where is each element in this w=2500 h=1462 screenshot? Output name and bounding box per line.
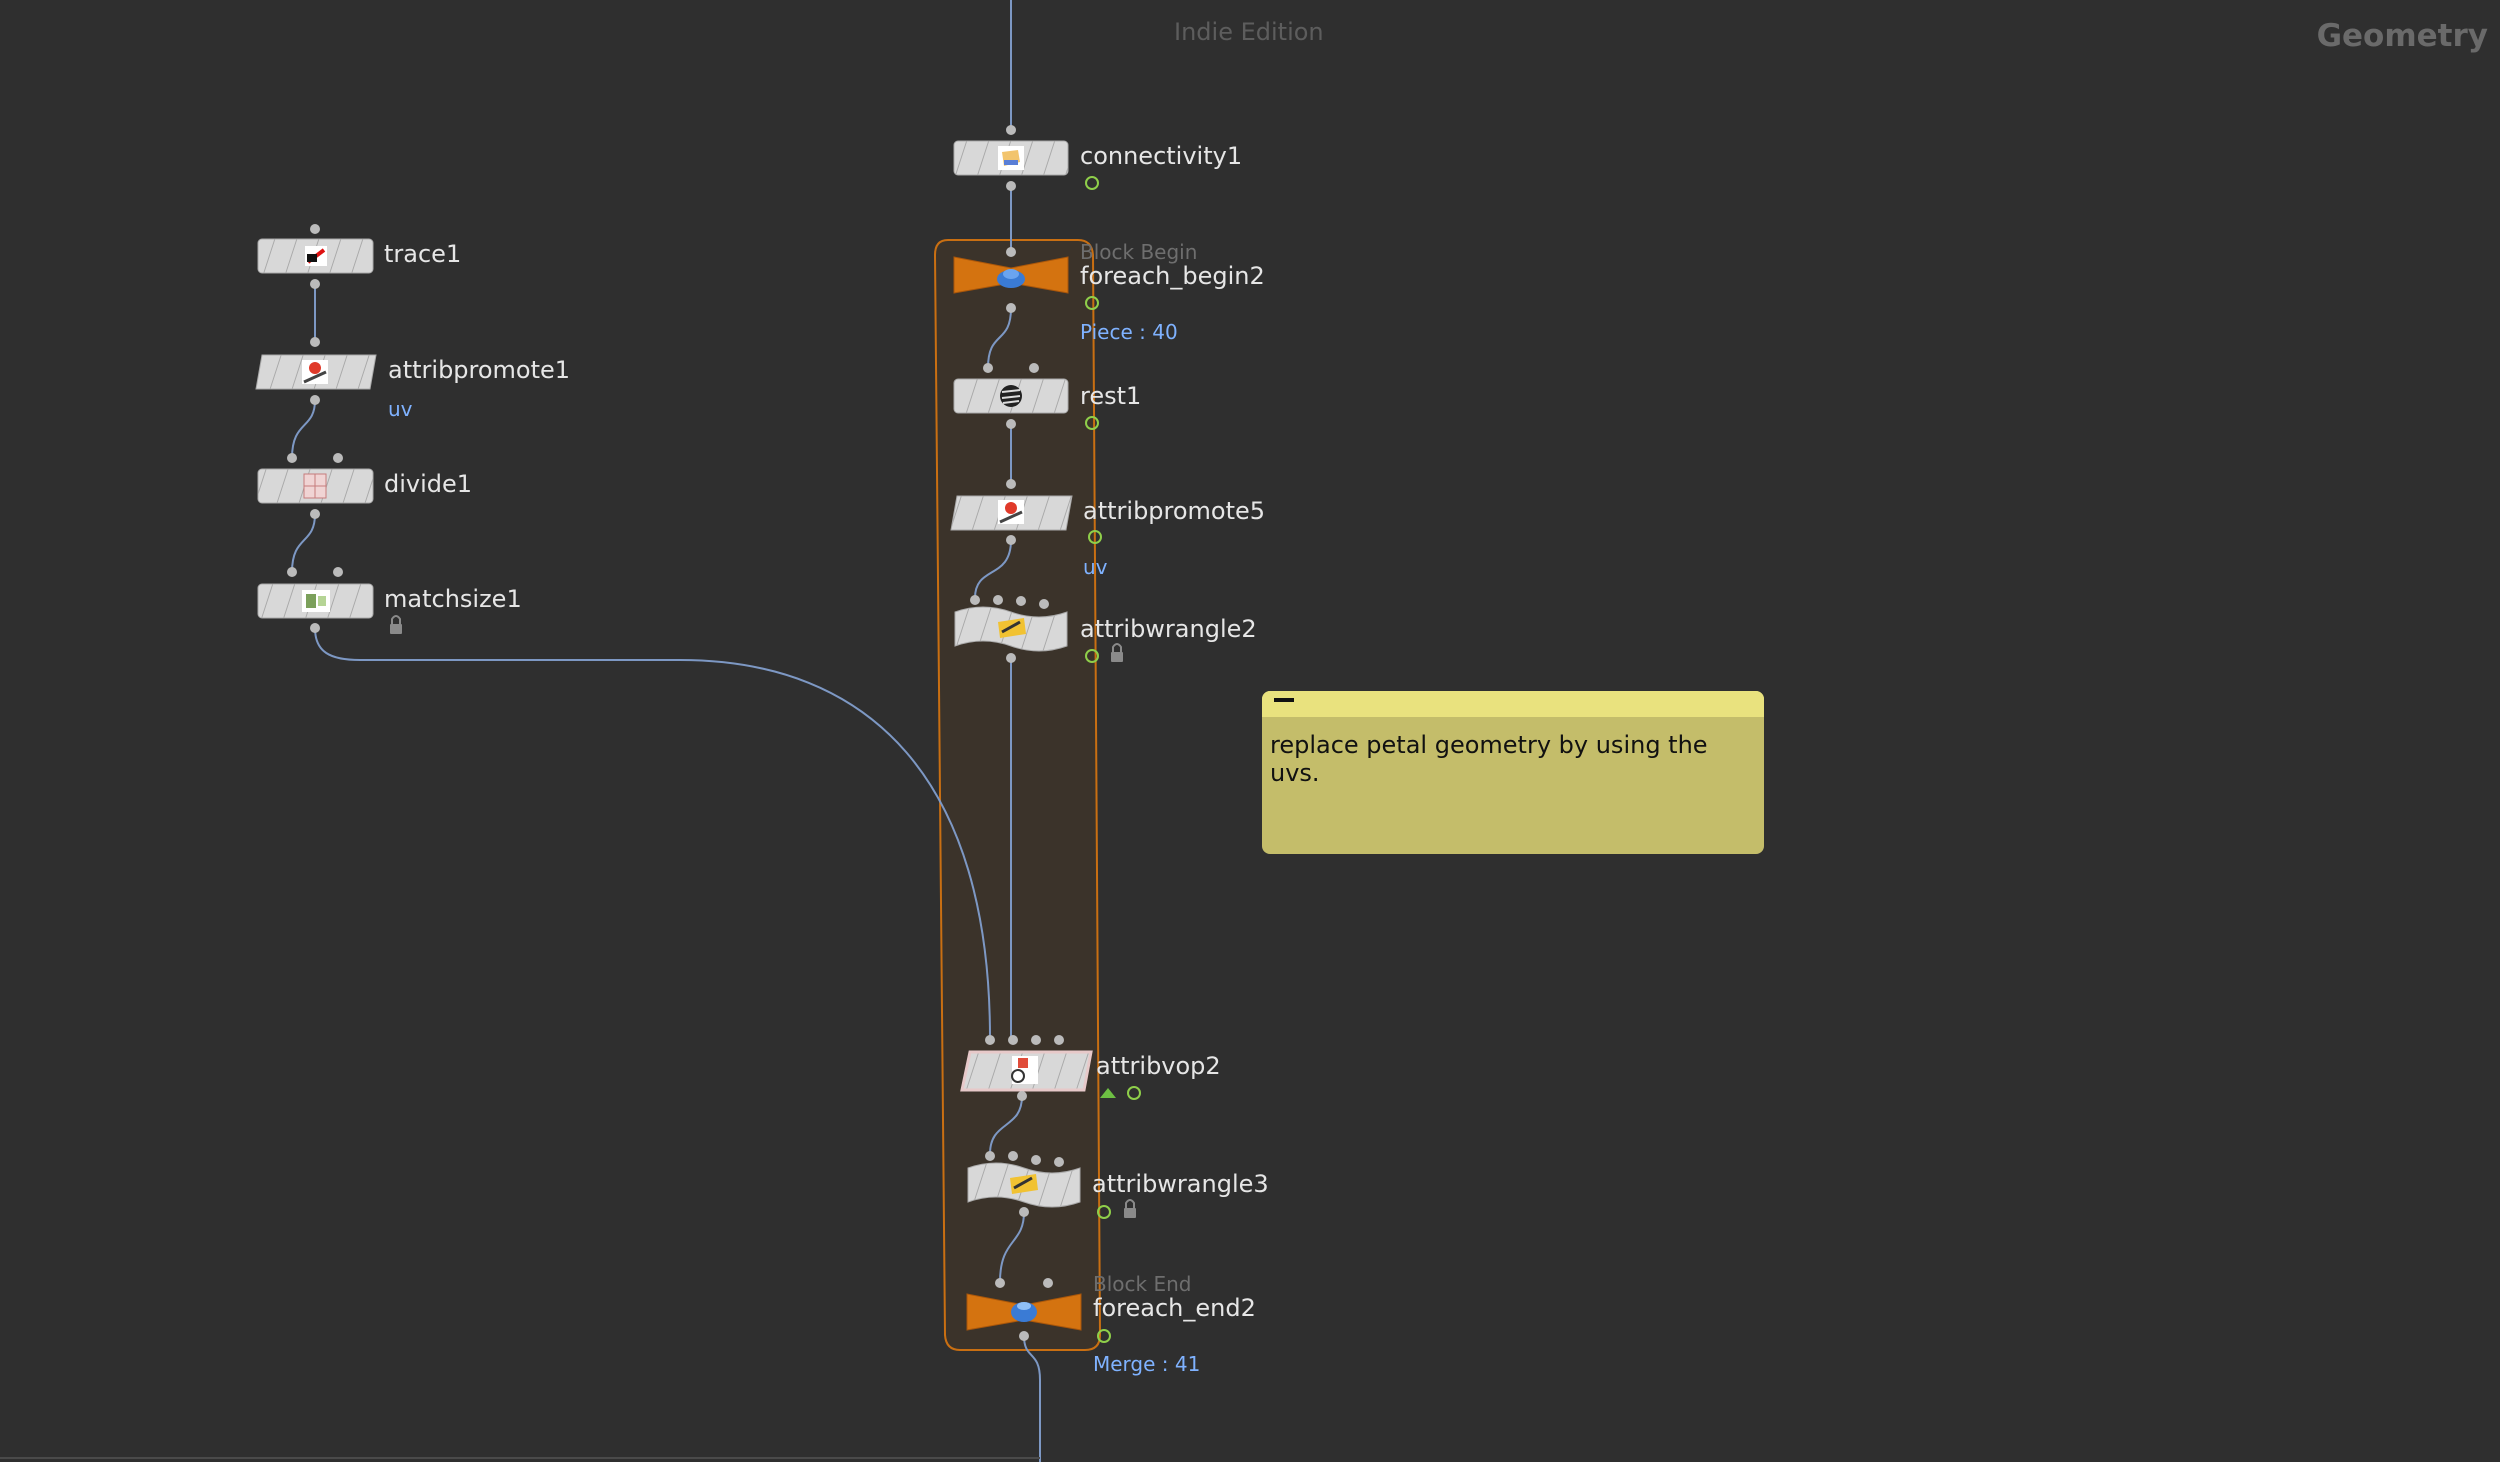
node-connectivity1[interactable]: [953, 125, 1069, 191]
divide-icon: [303, 473, 327, 499]
node-label-attribwrangle3: attribwrangle3: [1092, 1170, 1269, 1198]
sticky-note-text[interactable]: replace petal geometry by using the uvs.: [1262, 717, 1764, 801]
bottom-scroll-indicator: [0, 1457, 1040, 1459]
block-end-caption: Block End: [1093, 1272, 1192, 1296]
attribpromote-icon: [998, 500, 1024, 524]
network-editor-canvas[interactable]: Indie Edition Geometry trace1 attribprom…: [0, 0, 2500, 1462]
sticky-note-titlebar[interactable]: [1262, 691, 1764, 717]
node-label-connectivity1: connectivity1: [1080, 142, 1243, 170]
vop-icon: [1011, 1056, 1038, 1084]
node-matchsize1[interactable]: [257, 567, 374, 633]
node-attr-attribpromote5: uv: [1083, 555, 1108, 579]
foreach-end-icon: [1011, 1302, 1037, 1322]
node-label-foreach-begin2: foreach_begin2: [1080, 262, 1265, 290]
node-label-foreach-end2: foreach_end2: [1093, 1294, 1256, 1322]
node-rest1[interactable]: [953, 363, 1069, 429]
node-tiles: [255, 125, 1093, 1341]
block-begin-caption: Block Begin: [1080, 240, 1198, 264]
node-trace1[interactable]: [257, 224, 374, 289]
node-label-rest1: rest1: [1080, 382, 1142, 410]
matchsize-icon: [302, 590, 330, 612]
node-foreach-begin2[interactable]: [953, 247, 1069, 313]
node-label-attribpromote5: attribpromote5: [1083, 497, 1266, 525]
node-attribvop2[interactable]: [960, 1035, 1093, 1101]
node-attr-attribpromote1: uv: [388, 397, 413, 421]
node-divide1[interactable]: [257, 453, 374, 519]
node-foreach-end2[interactable]: [966, 1278, 1082, 1341]
node-attribpromote1[interactable]: [255, 337, 377, 405]
connectivity-icon: [998, 146, 1024, 170]
attribpromote-icon: [302, 360, 328, 384]
node-info-foreach-end2: Merge : 41: [1093, 1352, 1201, 1376]
node-label-divide1: divide1: [384, 470, 473, 498]
node-info-foreach-begin2: Piece : 40: [1080, 320, 1178, 344]
node-attribwrangle3[interactable]: [967, 1151, 1081, 1217]
node-label-attribwrangle2: attribwrangle2: [1080, 615, 1257, 643]
node-label-matchsize1: matchsize1: [384, 585, 522, 613]
node-attribpromote5[interactable]: [950, 479, 1073, 545]
sticky-note[interactable]: replace petal geometry by using the uvs.: [1262, 691, 1764, 854]
node-label-attribvop2: attribvop2: [1096, 1052, 1221, 1080]
node-label-trace1: trace1: [384, 240, 462, 268]
rest-icon: [1000, 385, 1022, 407]
trace-icon: [305, 246, 327, 266]
node-label-attribpromote1: attribpromote1: [388, 356, 571, 384]
node-attribwrangle2[interactable]: [954, 595, 1068, 663]
minimize-icon[interactable]: [1274, 698, 1294, 702]
